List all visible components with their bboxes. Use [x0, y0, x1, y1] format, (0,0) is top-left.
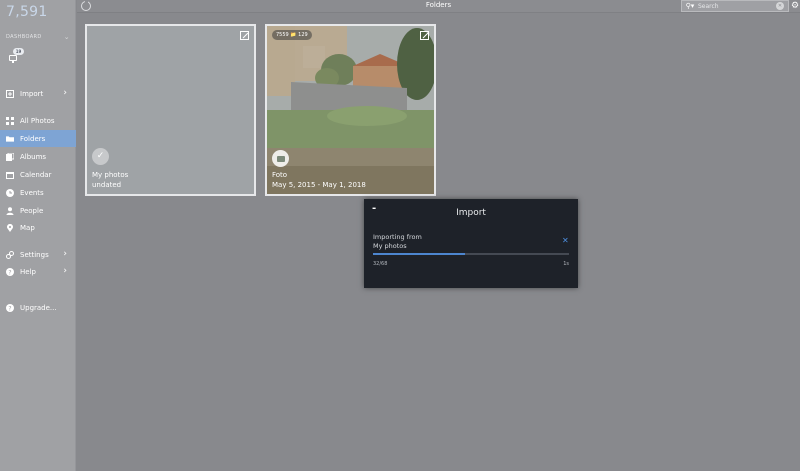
sidebar: 7,591 DASHBOARD ⌄ 19 Import › All Photos… — [0, 0, 76, 471]
search-input[interactable] — [698, 2, 772, 10]
sidebar-item-label: Calendar — [20, 170, 52, 179]
subfolder-icon: 📁 — [290, 32, 297, 38]
folder-tile[interactable]: ✓ My photos undated — [85, 24, 256, 196]
grid-icon — [6, 116, 14, 125]
sidebar-item-events[interactable]: Events — [0, 184, 76, 201]
albums-icon — [6, 152, 14, 161]
sidebar-item-map[interactable]: Map — [0, 219, 76, 236]
folder-tile[interactable]: 7559 📁 129 Foto May 5, 2015 - May 1, 201… — [265, 24, 436, 196]
folder-name: My photos — [92, 171, 129, 179]
sidebar-item-label: Events — [20, 188, 44, 197]
folder-counts-badge: 7559 📁 129 — [272, 30, 312, 40]
refresh-icon[interactable] — [81, 0, 91, 11]
folder-count-label: 129 — [298, 32, 308, 38]
sidebar-item-label: All Photos — [20, 116, 55, 125]
clear-search-icon[interactable]: ✕ — [776, 2, 784, 10]
svg-text:?: ? — [8, 305, 11, 312]
sidebar-item-calendar[interactable]: Calendar — [0, 166, 76, 183]
cancel-import-icon[interactable]: ✕ — [562, 236, 569, 245]
device-indicator[interactable]: 19 — [7, 48, 27, 64]
sidebar-item-all-photos[interactable]: All Photos — [0, 112, 76, 129]
sidebar-item-people[interactable]: People — [0, 202, 76, 219]
dialog-title: Import — [456, 208, 486, 218]
time-remaining: 1s — [563, 261, 569, 267]
import-icon — [6, 89, 14, 98]
importing-from-label: Importing from — [373, 233, 422, 241]
progress-bar — [373, 253, 569, 255]
settings-icon — [6, 250, 14, 259]
folder-dates: undated — [92, 181, 122, 189]
map-pin-icon — [6, 223, 14, 232]
selected-check-icon[interactable]: ✓ — [92, 148, 109, 165]
svg-text:?: ? — [8, 269, 11, 276]
import-source: My photos — [373, 242, 407, 250]
chevron-right-icon: › — [63, 266, 67, 276]
sidebar-item-help[interactable]: ? Help › — [0, 263, 76, 280]
dashboard-dropdown[interactable]: DASHBOARD ⌄ — [6, 33, 70, 41]
upgrade-icon: ? — [6, 303, 14, 312]
folder-icon[interactable] — [272, 150, 289, 167]
chevron-down-icon: ⌄ — [63, 33, 70, 41]
top-bar: Folders ⚲▾ ✕ ⚙ — [77, 0, 800, 13]
dashboard-label: DASHBOARD — [6, 34, 42, 40]
sidebar-item-albums[interactable]: Albums — [0, 148, 76, 165]
sidebar-item-folders[interactable]: Folders — [0, 130, 76, 147]
search-icon[interactable]: ⚲▾ — [682, 2, 698, 10]
sidebar-item-upgrade[interactable]: ? Upgrade... — [0, 299, 76, 316]
sidebar-item-label: Map — [20, 223, 35, 232]
import-dialog: - Import Importing from My photos ✕ 32/6… — [364, 199, 578, 288]
sidebar-item-label: Settings — [20, 250, 49, 259]
sidebar-item-label: Upgrade... — [20, 303, 57, 312]
folder-dates: May 5, 2015 - May 1, 2018 — [272, 181, 366, 189]
sidebar-item-label: Albums — [20, 152, 47, 161]
calendar-icon — [6, 171, 14, 179]
expand-icon[interactable] — [420, 31, 429, 40]
progress-count: 32/68 — [373, 261, 388, 267]
device-badge: 19 — [13, 48, 24, 55]
help-icon: ? — [6, 267, 14, 276]
photo-count: 7,591 — [6, 4, 48, 20]
sidebar-item-label: Help — [20, 267, 36, 276]
clock-icon — [6, 188, 14, 197]
sidebar-item-import[interactable]: Import › — [0, 85, 76, 102]
gear-icon[interactable]: ⚙ — [791, 1, 800, 11]
sidebar-item-label: Import — [20, 89, 44, 98]
folder-thumbnail — [267, 26, 434, 194]
photo-count-label: 7559 — [276, 32, 289, 38]
search-box[interactable]: ⚲▾ ✕ — [681, 0, 789, 12]
sidebar-item-label: Folders — [20, 134, 46, 143]
folder-icon — [6, 135, 14, 143]
sidebar-item-settings[interactable]: Settings › — [0, 246, 76, 263]
chevron-right-icon: › — [63, 249, 67, 259]
sidebar-item-label: People — [20, 206, 44, 215]
person-icon — [6, 206, 14, 215]
folder-name: Foto — [272, 171, 288, 179]
chevron-right-icon: › — [63, 88, 67, 98]
progress-fill — [373, 253, 466, 255]
expand-icon[interactable] — [240, 31, 249, 40]
